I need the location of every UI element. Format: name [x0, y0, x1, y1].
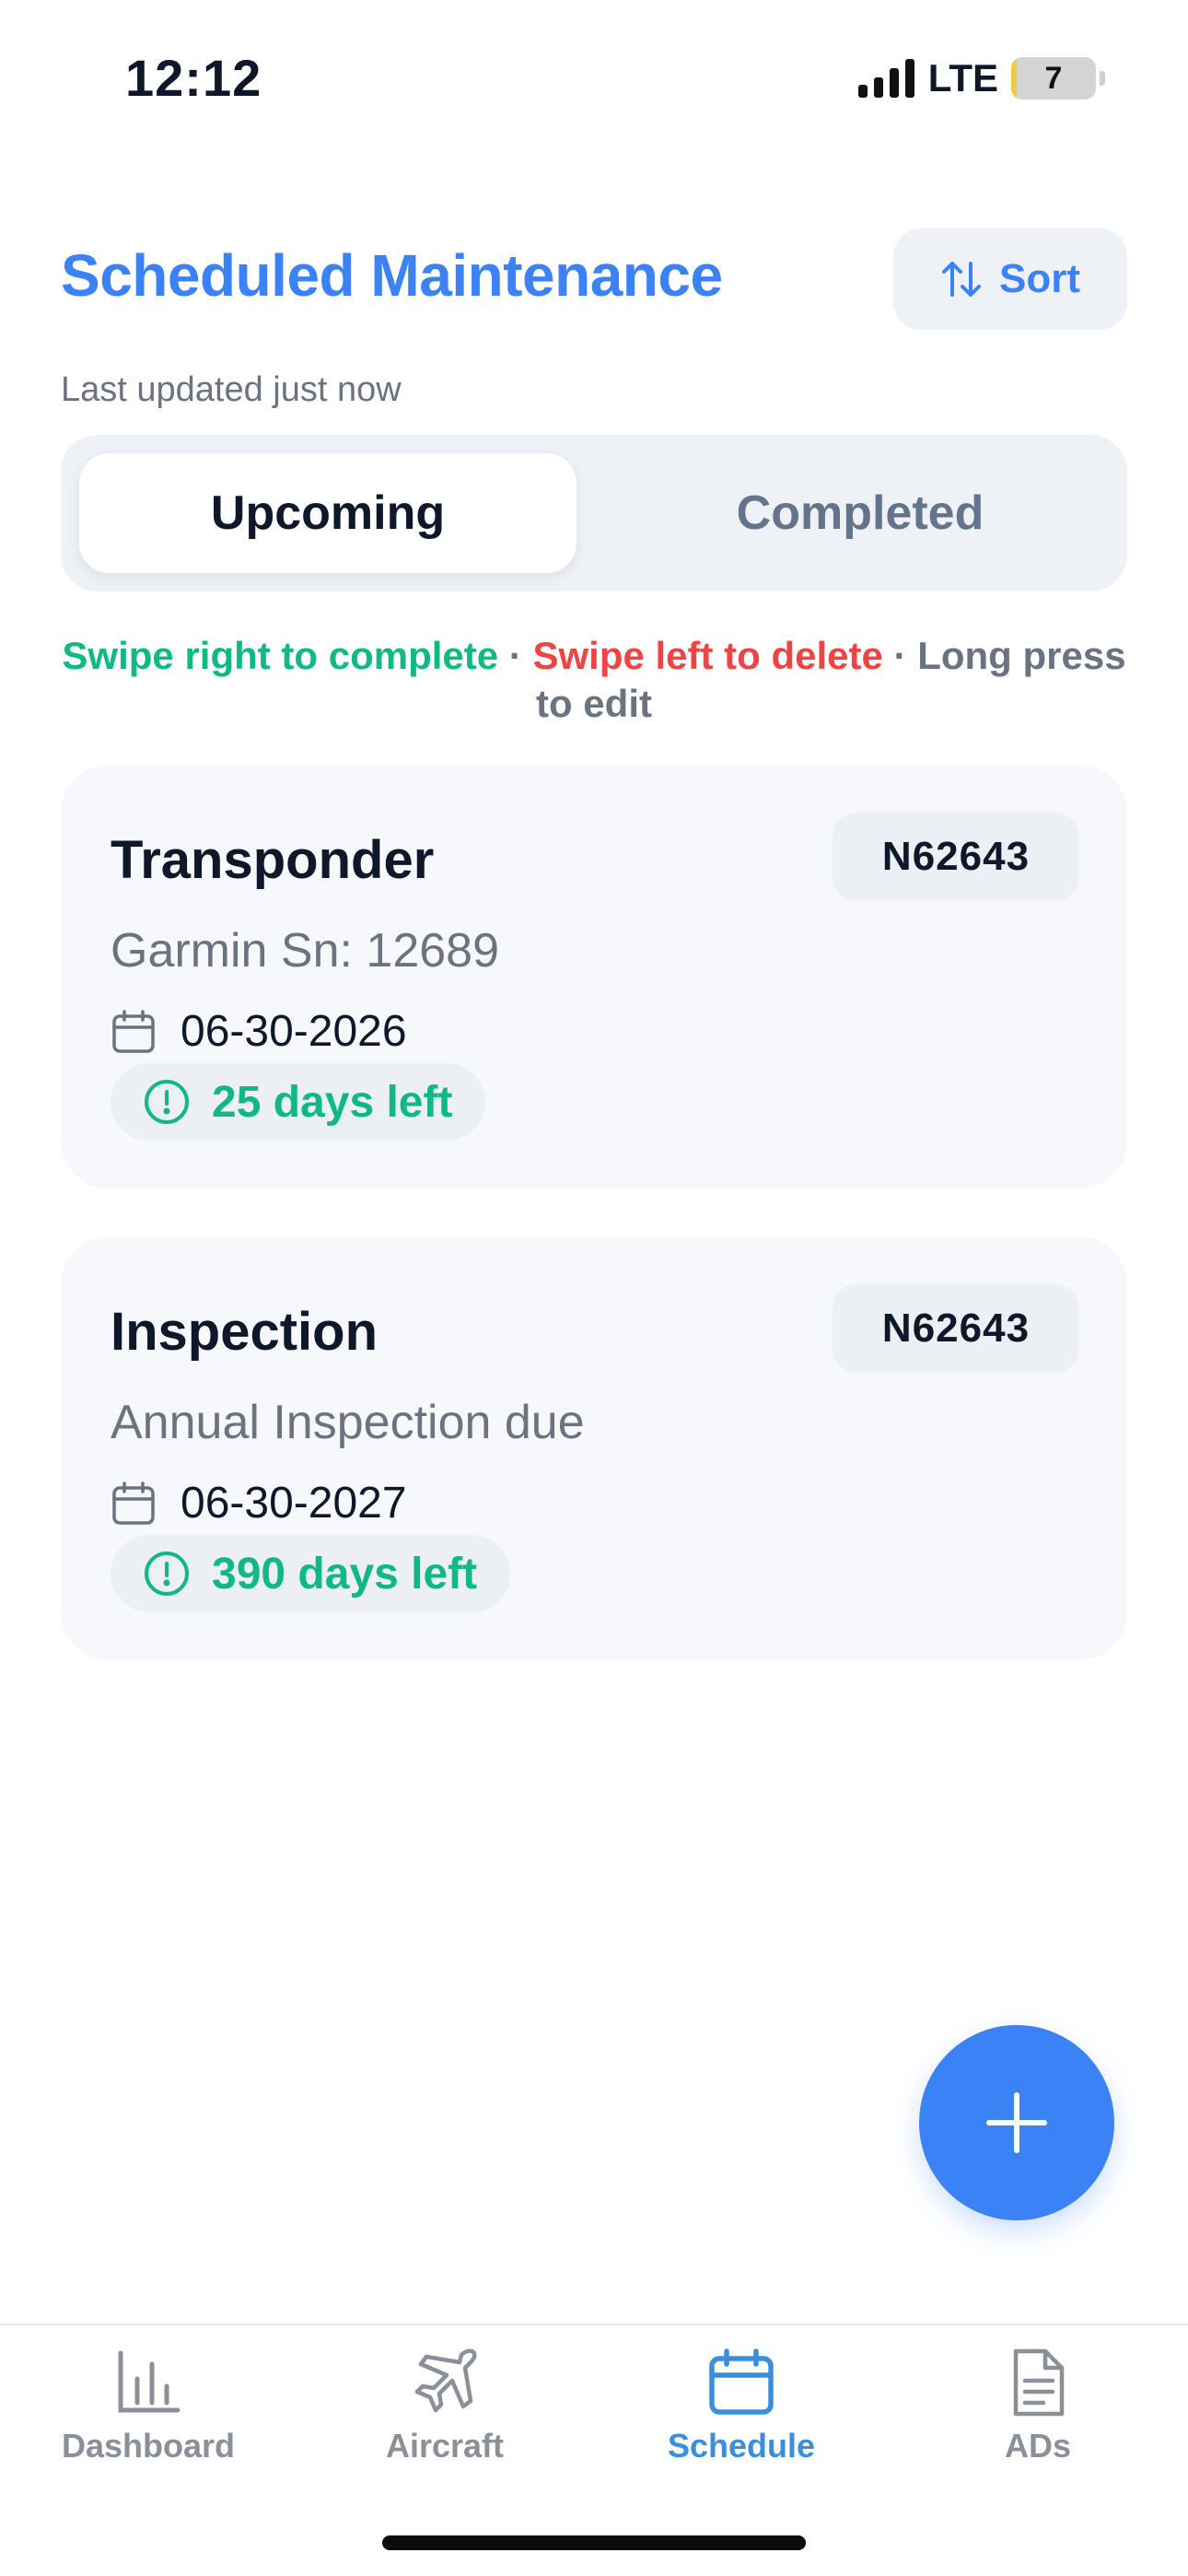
tab-completed[interactable]: Completed — [611, 453, 1109, 573]
cellular-signal-icon — [857, 59, 914, 98]
calendar-icon — [112, 1481, 155, 1525]
document-icon — [1013, 2348, 1065, 2417]
days-left-text: 390 days left — [212, 1549, 478, 1598]
card-title: Inspection — [111, 1302, 379, 1362]
maintenance-card[interactable]: Transponder N62643 Garmin Sn: 12689 06-3… — [61, 765, 1127, 1188]
sort-arrows-icon — [942, 262, 981, 297]
nav-tab-aircraft[interactable]: Aircraft — [297, 2346, 593, 2493]
aircraft-tail-badge: N62643 — [833, 813, 1079, 901]
due-date-row: 06-30-2027 — [111, 1478, 407, 1528]
maintenance-card[interactable]: Inspection N62643 Annual Inspection due … — [61, 1236, 1127, 1660]
last-updated: Last updated just now — [61, 370, 402, 409]
status-indicators: LTE 7 — [857, 55, 1105, 101]
nav-tab-ads[interactable]: ADs — [890, 2346, 1186, 2493]
sort-label: Sort — [999, 256, 1080, 301]
plus-icon — [986, 2092, 1047, 2153]
hint-swipe-right: Swipe right to complete — [62, 634, 499, 677]
airplane-icon — [414, 2348, 477, 2413]
home-indicator — [382, 2535, 806, 2550]
status-time: 12:12 — [125, 49, 262, 107]
alert-circle-icon — [145, 1080, 189, 1124]
hint-swipe-left: Swipe left to delete — [532, 634, 883, 677]
battery-cap — [1100, 71, 1105, 86]
tab-upcoming[interactable]: Upcoming — [79, 453, 577, 573]
page: 12:12 LTE 7 Scheduled Maintenance Sort L… — [0, 0, 1188, 2576]
status-bar: 12:12 LTE 7 — [0, 0, 1188, 157]
days-left-text: 25 days left — [212, 1077, 453, 1127]
nav-tab-dashboard[interactable]: Dashboard — [0, 2346, 297, 2493]
nav-tab-schedule[interactable]: Schedule — [593, 2346, 890, 2493]
due-date: 06-30-2026 — [181, 1007, 407, 1056]
card-title: Transponder — [111, 830, 435, 890]
status-segmented-control: Upcoming Completed — [61, 435, 1127, 591]
days-left-badge: 25 days left — [111, 1063, 486, 1141]
nav-label: Dashboard — [61, 2427, 236, 2465]
network-type: LTE — [927, 56, 998, 100]
bar-chart-icon — [118, 2350, 181, 2413]
nav-label: Aircraft — [385, 2427, 505, 2465]
nav-label: ADs — [1004, 2427, 1072, 2465]
card-subtitle: Garmin Sn: 12689 — [111, 924, 500, 978]
gesture-hint: Swipe right to complete · Swipe left to … — [61, 632, 1127, 728]
days-left-badge: 390 days left — [111, 1535, 511, 1612]
hint-separator: · — [498, 634, 533, 677]
calendar-icon — [709, 2348, 774, 2415]
battery-icon: 7 — [1011, 57, 1096, 100]
nav-label: Schedule — [667, 2427, 816, 2465]
page-title: Scheduled Maintenance — [61, 242, 723, 309]
calendar-icon — [112, 1009, 155, 1053]
due-date-row: 06-30-2026 — [111, 1006, 407, 1057]
card-subtitle: Annual Inspection due — [111, 1396, 585, 1449]
add-maintenance-button[interactable] — [919, 2025, 1114, 2220]
aircraft-tail-badge: N62643 — [833, 1284, 1079, 1373]
sort-button[interactable]: Sort — [893, 228, 1127, 330]
alert-circle-icon — [145, 1551, 189, 1596]
due-date: 06-30-2027 — [181, 1479, 407, 1528]
battery-level: 7 — [1044, 60, 1063, 96]
